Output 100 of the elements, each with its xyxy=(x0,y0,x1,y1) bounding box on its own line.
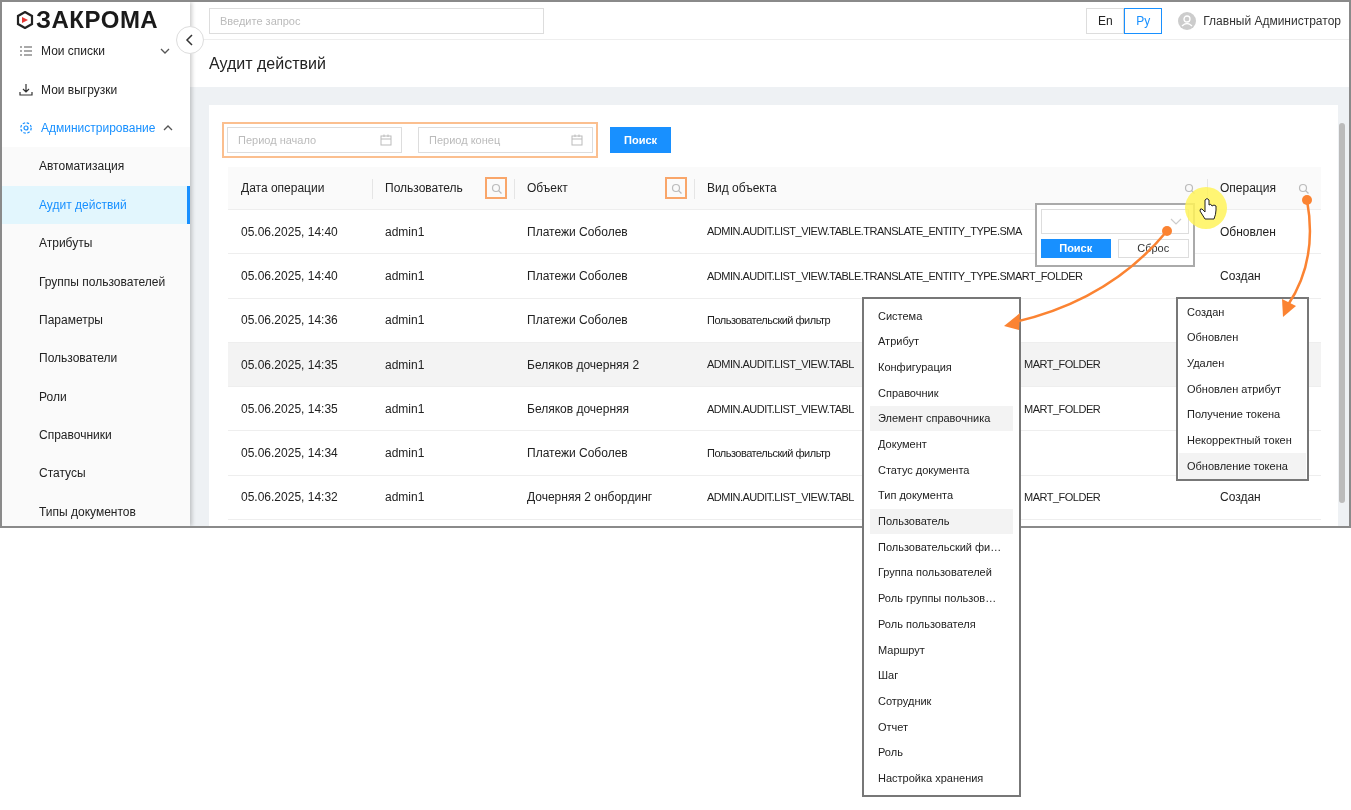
menu-option[interactable]: Пользователь xyxy=(870,508,1013,535)
search-icon xyxy=(1297,182,1309,194)
table-cell-text: 05.06.2025, 14:35 xyxy=(241,356,338,374)
sidebar-item[interactable]: Мои списки xyxy=(2,32,176,71)
menu-option[interactable]: Справочник xyxy=(870,380,1013,406)
logo: ЗАКРОМА xyxy=(16,8,159,32)
download-icon xyxy=(19,82,33,97)
table-cell-text: Платежи Соболев xyxy=(527,312,628,330)
menu-option[interactable]: Элемент справочника xyxy=(870,405,1013,432)
column-header[interactable]: Пользователь xyxy=(385,179,485,197)
sidebar-item[interactable]: Статусы xyxy=(2,454,190,493)
table-cell-text: admin1 xyxy=(385,489,425,507)
menu-option[interactable]: Обновлен атрибут xyxy=(1179,376,1306,402)
page-title: Аудит действий xyxy=(209,53,326,74)
menu-option[interactable]: Настройка хранения xyxy=(870,765,1013,792)
chevron-down-icon xyxy=(1170,218,1182,225)
table-cell-text: admin1 xyxy=(385,223,425,241)
date-field[interactable]: Период конец xyxy=(418,127,593,153)
menu-option[interactable]: Документ xyxy=(870,431,1013,458)
table-cell-text: admin1 xyxy=(385,356,425,374)
sidebar-item[interactable]: Атрибуты xyxy=(2,223,190,263)
menu-option[interactable]: Система xyxy=(870,303,1013,329)
menu-option[interactable]: Атрибут xyxy=(870,328,1013,355)
menu-option[interactable]: Удален xyxy=(1179,350,1306,377)
table-cell-text: Пользовательский фильтр xyxy=(707,445,831,461)
gear-icon xyxy=(19,120,33,135)
table-cell-text: 05.06.2025, 14:34 xyxy=(241,445,338,463)
user-name[interactable]: Главный Администратор xyxy=(1203,11,1341,30)
menu-option[interactable]: Маршрут xyxy=(870,636,1013,663)
table-cell-text: 05.06.2025, 14:35 xyxy=(241,400,338,418)
table-cell-text: Создан xyxy=(1220,489,1261,507)
search-icon xyxy=(490,182,502,194)
table-cell-text: Создан xyxy=(1220,267,1261,285)
table-cell-text: Беляков дочерняя xyxy=(527,400,630,418)
column-header[interactable]: Операция xyxy=(1220,179,1292,197)
table-cell-text: admin1 xyxy=(385,445,425,463)
menu-option[interactable]: Тип документа xyxy=(870,482,1013,509)
sidebar-item[interactable]: Группы пользователей xyxy=(2,262,190,301)
table-cell-text: 05.06.2025, 14:40 xyxy=(241,223,338,241)
menu-option[interactable]: Создан xyxy=(1179,299,1306,325)
column-header[interactable]: Объект xyxy=(527,179,665,197)
table-cell-text: ADMIN.AUDIT.LIST_VIEW.TABL xyxy=(707,401,854,417)
menu-option[interactable]: Роль xyxy=(870,739,1013,766)
table-cell-text: Платежи Соболев xyxy=(527,445,628,463)
table-cell-text: ADMIN.AUDIT.LIST_VIEW.TABL xyxy=(707,357,854,373)
table-cell-text: ADMIN.AUDIT.LIST_VIEW.TABLE.TRANSLATE_ENTITY_TYPE.SMART_FOLDER xyxy=(707,268,1083,284)
scrollbar[interactable] xyxy=(1339,123,1345,503)
menu-option[interactable]: Группа пользователей xyxy=(870,559,1013,586)
menu-option[interactable]: Роль группы пользов… xyxy=(870,585,1013,612)
sidebar-item[interactable]: Роли xyxy=(2,377,190,416)
search-button[interactable] xyxy=(665,177,687,199)
sidebar-item[interactable]: Параметры xyxy=(2,300,190,340)
menu-option[interactable]: Конфигурация xyxy=(870,354,1013,381)
chevron-left-icon xyxy=(185,34,195,46)
hand-cursor-icon xyxy=(1199,198,1217,220)
table-cell-text: MART_FOLDER xyxy=(1024,490,1101,506)
table-cell-text: Платежи Соболев xyxy=(527,223,628,241)
table-cell-text: 05.06.2025, 14:32 xyxy=(241,489,338,507)
sidebar-item[interactable]: Справочники xyxy=(2,415,190,455)
table-cell-text: ADMIN.AUDIT.LIST_VIEW.TABL xyxy=(707,490,854,506)
column-header[interactable]: Дата операции xyxy=(241,179,365,197)
menu-option[interactable]: Некорректный токен xyxy=(1179,427,1306,454)
logo-icon xyxy=(16,11,34,29)
language-button[interactable]: En xyxy=(1086,7,1125,34)
menu-option[interactable]: Сотрудник xyxy=(870,688,1013,714)
search-field[interactable]: Введите запрос xyxy=(209,7,544,34)
calendar-icon xyxy=(380,134,392,146)
table-cell-text: admin1 xyxy=(385,267,425,285)
date-field[interactable]: Период начало xyxy=(227,127,402,153)
search-icon xyxy=(670,182,682,194)
menu-option[interactable]: Статус документа xyxy=(870,457,1013,483)
sidebar-item[interactable]: Автоматизация xyxy=(2,147,190,186)
table-cell-text: ADMIN.AUDIT.LIST_VIEW.TABLE.TRANSLATE_ENTITY_TYPE.SMA xyxy=(707,224,1022,240)
table-cell-text: MART_FOLDER xyxy=(1024,357,1101,373)
select-field[interactable] xyxy=(1041,209,1189,234)
sidebar-item[interactable]: Мои выгрузки xyxy=(2,70,176,109)
menu-option[interactable]: Отчет xyxy=(870,714,1013,740)
column-header[interactable]: Вид объекта xyxy=(707,179,1178,197)
menu-option[interactable]: Обновлен xyxy=(1179,324,1306,351)
menu-option[interactable]: Обновление токена xyxy=(1179,453,1306,479)
menu-option[interactable]: Роль пользователя xyxy=(870,611,1013,637)
sidebar-item[interactable]: Типы документов xyxy=(2,492,190,526)
table-cell-text: MART_FOLDER xyxy=(1024,401,1101,417)
table-cell-text: admin1 xyxy=(385,400,425,418)
chevron-up-icon xyxy=(163,123,174,132)
table-cell-text: admin1 xyxy=(385,312,425,330)
search-button[interactable] xyxy=(485,177,507,199)
calendar-icon xyxy=(571,134,583,146)
list-icon xyxy=(19,44,33,59)
table-cell-text: Пользовательский фильтр xyxy=(707,313,831,328)
chevron-down-icon xyxy=(160,47,170,56)
table-cell-text: Обновлен xyxy=(1220,223,1276,241)
avatar-icon xyxy=(1178,11,1197,30)
table-cell-text: 05.06.2025, 14:40 xyxy=(241,267,338,285)
menu-option[interactable]: Пользовательский фи… xyxy=(870,534,1013,560)
menu-option[interactable]: Получение токена xyxy=(1179,401,1306,428)
table-cell-text: Дочерняя 2 онбординг xyxy=(527,489,653,507)
menu-option[interactable]: Шаг xyxy=(870,662,1013,689)
sidebar-item[interactable]: Пользователи xyxy=(2,339,190,378)
table-cell-text: 05.06.2025, 14:36 xyxy=(241,312,338,330)
